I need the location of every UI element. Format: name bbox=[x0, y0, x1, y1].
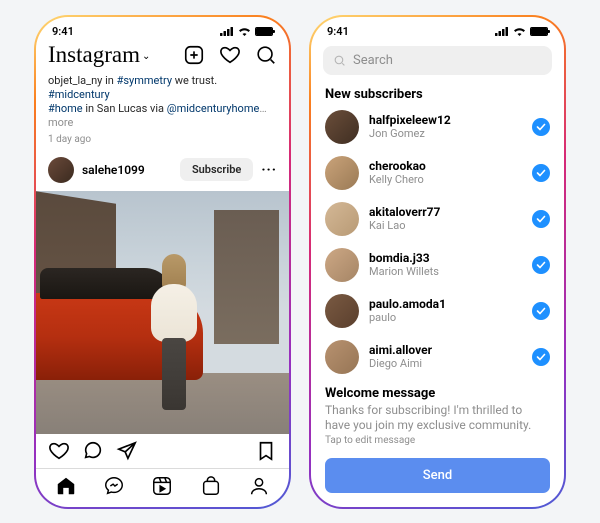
hashtag-link[interactable]: #symmetry bbox=[117, 74, 172, 87]
avatar[interactable] bbox=[48, 157, 74, 183]
post-username[interactable]: salehe1099 bbox=[82, 163, 172, 177]
subscriber-row[interactable]: paulo.amoda1paulo bbox=[325, 288, 550, 334]
bookmark-icon[interactable] bbox=[255, 440, 277, 462]
status-time: 9:41 bbox=[327, 25, 349, 38]
check-icon[interactable] bbox=[532, 302, 550, 320]
chevron-down-icon[interactable]: ⌄ bbox=[142, 51, 150, 62]
send-button[interactable]: Send bbox=[325, 458, 550, 493]
post-header: salehe1099 Subscribe ··· bbox=[36, 153, 289, 191]
post-image[interactable] bbox=[36, 191, 289, 434]
mention-link[interactable]: @midcenturyhome bbox=[167, 102, 260, 115]
avatar bbox=[325, 294, 359, 328]
welcome-hint: Tap to edit message bbox=[325, 435, 550, 446]
share-icon[interactable] bbox=[116, 440, 138, 462]
hashtag-link[interactable]: #midcentury bbox=[48, 88, 110, 101]
search-placeholder: Search bbox=[353, 53, 393, 68]
comment-icon[interactable] bbox=[82, 440, 104, 462]
signal-icon bbox=[495, 27, 509, 36]
section-title: New subscribers bbox=[311, 81, 564, 104]
avatar bbox=[325, 248, 359, 282]
search-icon bbox=[333, 54, 346, 67]
search-input[interactable]: Search bbox=[323, 46, 552, 75]
battery-icon bbox=[530, 27, 548, 36]
check-icon[interactable] bbox=[532, 256, 550, 274]
phone-subscribers: 9:41 Search New subscribers halfpixeleew… bbox=[309, 15, 566, 509]
subscriber-row[interactable]: akitaloverr77Kai Lao bbox=[325, 196, 550, 242]
messenger-icon[interactable] bbox=[103, 475, 125, 497]
check-icon[interactable] bbox=[532, 118, 550, 136]
reels-icon[interactable] bbox=[151, 475, 173, 497]
subscriber-row[interactable]: halfpixeleew12Jon Gomez bbox=[325, 104, 550, 150]
subscriber-row[interactable]: bomdia.j33Marion Willets bbox=[325, 242, 550, 288]
avatar bbox=[325, 340, 359, 374]
subscriber-username: paulo.amoda1 bbox=[369, 297, 522, 311]
subscriber-username: cherookao bbox=[369, 159, 522, 173]
subscriber-row[interactable]: cherookaoKelly Chero bbox=[325, 150, 550, 196]
subscriber-fullname: paulo bbox=[369, 311, 522, 324]
caption-user[interactable]: objet_la_ny bbox=[48, 74, 102, 87]
post-timestamp: 1 day ago bbox=[36, 134, 289, 153]
search-icon[interactable] bbox=[255, 44, 277, 66]
subscriber-username: halfpixeleew12 bbox=[369, 113, 522, 127]
subscriber-fullname: Kai Lao bbox=[369, 219, 522, 232]
subscriber-row[interactable]: aimi.alloverDiego Aimi bbox=[325, 334, 550, 378]
wifi-icon bbox=[513, 27, 526, 36]
wifi-icon bbox=[238, 27, 251, 36]
status-bar: 9:41 bbox=[36, 17, 289, 40]
post-caption: objet_la_ny in #symmetry we trust. #midc… bbox=[36, 74, 289, 134]
post-actions bbox=[36, 434, 289, 468]
like-icon[interactable] bbox=[48, 440, 70, 462]
subscriber-fullname: Kelly Chero bbox=[369, 173, 522, 186]
subscriber-fullname: Jon Gomez bbox=[369, 127, 522, 140]
create-icon[interactable] bbox=[183, 44, 205, 66]
check-icon[interactable] bbox=[532, 210, 550, 228]
subscriber-username: bomdia.j33 bbox=[369, 251, 522, 265]
heart-icon[interactable] bbox=[219, 44, 241, 66]
avatar bbox=[325, 202, 359, 236]
shop-icon[interactable] bbox=[200, 475, 222, 497]
subscriber-list: halfpixeleew12Jon GomezcherookaoKelly Ch… bbox=[311, 104, 564, 378]
avatar bbox=[325, 156, 359, 190]
home-icon[interactable] bbox=[55, 475, 77, 497]
check-icon[interactable] bbox=[532, 348, 550, 366]
check-icon[interactable] bbox=[532, 164, 550, 182]
welcome-message: Thanks for subscribing! I'm thrilled to … bbox=[325, 403, 550, 433]
subscriber-fullname: Marion Willets bbox=[369, 265, 522, 278]
avatar bbox=[325, 110, 359, 144]
status-time: 9:41 bbox=[52, 25, 74, 38]
signal-icon bbox=[220, 27, 234, 36]
subscriber-fullname: Diego Aimi bbox=[369, 357, 522, 370]
profile-icon[interactable] bbox=[248, 475, 270, 497]
welcome-block[interactable]: Welcome message Thanks for subscribing! … bbox=[311, 378, 564, 450]
phone-feed: 9:41 Instagram ⌄ objet_la_ny in #symmetr… bbox=[34, 15, 291, 509]
welcome-title: Welcome message bbox=[325, 386, 550, 401]
instagram-logo[interactable]: Instagram bbox=[48, 42, 140, 68]
subscriber-username: akitaloverr77 bbox=[369, 205, 522, 219]
tab-bar bbox=[36, 468, 289, 507]
subscribe-button[interactable]: Subscribe bbox=[180, 158, 253, 181]
hashtag-link[interactable]: #home bbox=[48, 102, 83, 115]
status-bar: 9:41 bbox=[311, 17, 564, 40]
app-header: Instagram ⌄ bbox=[36, 40, 289, 74]
more-icon[interactable]: ··· bbox=[261, 162, 277, 178]
battery-icon bbox=[255, 27, 273, 36]
subscriber-username: aimi.allover bbox=[369, 343, 522, 357]
